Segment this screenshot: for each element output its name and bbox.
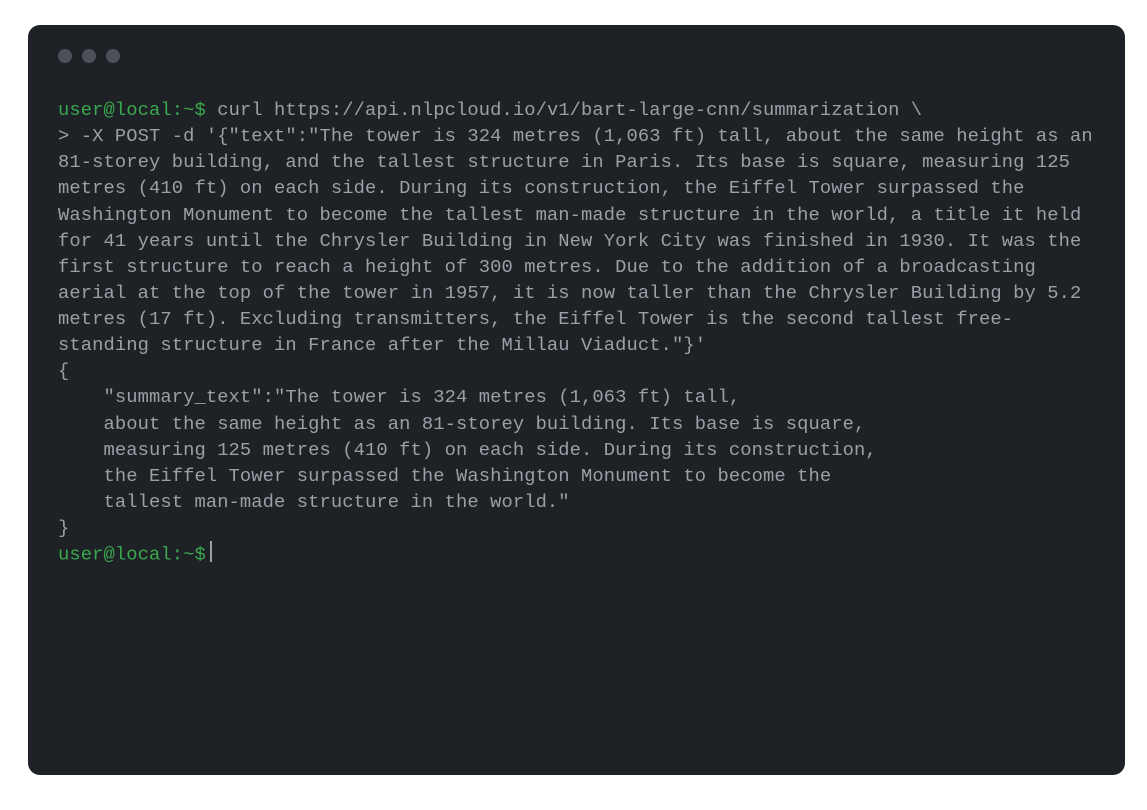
command-output: { "summary_text":"The tower is 324 metre… (58, 360, 877, 539)
window-control-dot[interactable] (106, 49, 120, 63)
shell-prompt: user@local:~$ (58, 544, 206, 566)
command-text: curl https://api.nlpcloud.io/v1/bart-lar… (206, 99, 922, 121)
window-controls (58, 49, 1095, 63)
cursor-icon (210, 541, 212, 562)
window-control-dot[interactable] (58, 49, 72, 63)
terminal-window: user@local:~$ curl https://api.nlpcloud.… (28, 25, 1125, 775)
shell-prompt: user@local:~$ (58, 99, 206, 121)
terminal-body[interactable]: user@local:~$ curl https://api.nlpcloud.… (58, 97, 1095, 568)
command-continuation: > -X POST -d '{"text":"The tower is 324 … (58, 125, 1104, 356)
window-control-dot[interactable] (82, 49, 96, 63)
